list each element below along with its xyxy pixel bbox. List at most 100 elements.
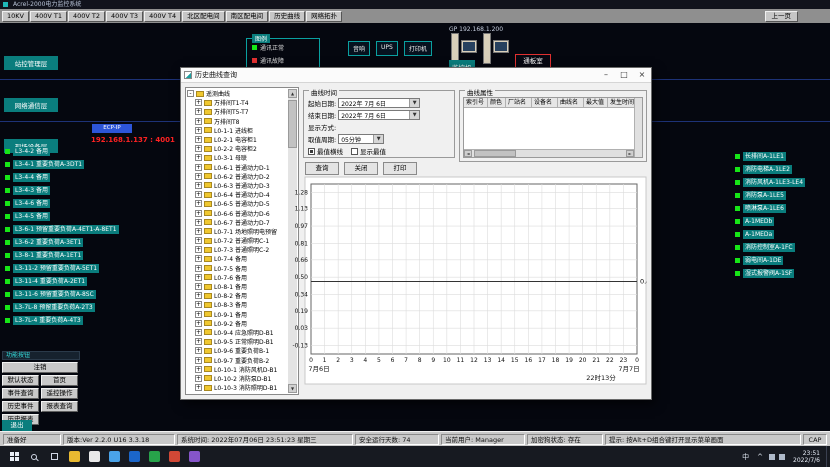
scroll-left-icon[interactable]	[464, 150, 472, 157]
period-select[interactable]: 05分钟	[338, 134, 384, 144]
feeder-item[interactable]: L3-7L-8 预留重要负荷A-2T3	[5, 301, 179, 314]
column-header[interactable]: 索引号	[464, 98, 488, 108]
feeder-item[interactable]: A-1MEDb	[735, 215, 829, 228]
column-header[interactable]: 厂站名	[506, 98, 532, 108]
chevron-down-icon[interactable]	[409, 111, 419, 119]
exit-button[interactable]: 退出	[2, 420, 32, 431]
tree-item[interactable]: +L0-7-2 普通照明C-1	[187, 236, 288, 245]
expand-icon[interactable]: +	[195, 384, 202, 391]
tree-item[interactable]: +L0-8-1 备用	[187, 282, 288, 291]
expand-icon[interactable]: +	[195, 182, 202, 189]
expand-icon[interactable]: +	[195, 246, 202, 253]
scroll-right-icon[interactable]	[626, 150, 634, 157]
nav-tab[interactable]: 北区配电间	[182, 11, 225, 22]
nav-tab[interactable]: 10KV	[2, 11, 29, 22]
feeder-item[interactable]: 弱电间A-1DE	[735, 254, 829, 267]
taskbar-app[interactable]	[164, 446, 184, 467]
expand-icon[interactable]: +	[195, 375, 202, 382]
attr-table-vscrollbar[interactable]	[634, 98, 642, 157]
column-header[interactable]: 设备名	[532, 98, 558, 108]
expand-icon[interactable]: +	[195, 255, 202, 262]
feeder-item[interactable]: A-1MEDa	[735, 228, 829, 241]
expand-icon[interactable]: +	[195, 118, 202, 125]
function-button[interactable]: 遥控操作	[41, 388, 78, 399]
expand-icon[interactable]: +	[195, 191, 202, 198]
maximize-button[interactable]: □	[615, 68, 633, 83]
expand-icon[interactable]: +	[195, 283, 202, 290]
expand-icon[interactable]: +	[195, 228, 202, 235]
network-icon[interactable]	[769, 454, 775, 460]
tree-item[interactable]: +L0-10-3 消防照明D-B1	[187, 383, 288, 392]
tree-item[interactable]: +L0-9-6 重要负荷B-1	[187, 346, 288, 355]
column-header[interactable]: 颜色	[488, 98, 506, 108]
feeder-item[interactable]: 长排间A-1LE1	[735, 150, 829, 163]
tree-item[interactable]: +L0-9-5 正常照明D-B1	[187, 337, 288, 346]
feeder-item[interactable]: L3-4-2 备用	[5, 145, 179, 158]
expand-icon[interactable]: +	[195, 164, 202, 171]
expand-icon[interactable]: +	[195, 329, 202, 336]
tree-item[interactable]: +L0-9-7 重要负荷B-2	[187, 355, 288, 364]
taskbar-app[interactable]	[104, 446, 124, 467]
expand-icon[interactable]: +	[195, 311, 202, 318]
tree-item[interactable]: +L0-7-3 普通照明C-2	[187, 245, 288, 254]
tree-item[interactable]: +L0-7-1 场地照明电预留	[187, 227, 288, 236]
feeder-item[interactable]: 喷淋泵A-1LE6	[735, 202, 829, 215]
tree-item[interactable]: +万排间T1-T4	[187, 98, 288, 107]
tree-item[interactable]: +L0-10-4 消防动力D-B1	[187, 392, 288, 393]
attr-table-hscrollbar[interactable]	[464, 149, 634, 157]
nav-tab[interactable]: 400V T2	[68, 11, 105, 22]
tree-item[interactable]: +L0-8-3 备用	[187, 300, 288, 309]
tree-item[interactable]: +L0-6-3 普通动力D-3	[187, 181, 288, 190]
feeder-item[interactable]: L3-4-1 重要负荷A-3DT1	[5, 158, 179, 171]
expand-icon[interactable]: +	[195, 173, 202, 180]
expand-icon[interactable]: +	[195, 338, 202, 345]
expand-icon[interactable]: +	[195, 274, 202, 281]
tree-item[interactable]: +L0-6-6 普通动力D-6	[187, 208, 288, 217]
tree-item[interactable]: +L0-6-4 普通动力D-4	[187, 190, 288, 199]
nav-tab[interactable]: 网络拓扑	[306, 11, 342, 22]
feeder-item[interactable]: L3-6-2 重要负荷A-3ET1	[5, 236, 179, 249]
taskbar-app[interactable]	[84, 446, 104, 467]
tree-item[interactable]: +L0-2-2 电容柜2	[187, 144, 288, 153]
query-button[interactable]: 查询	[305, 162, 339, 175]
close-icon[interactable]: ×	[633, 68, 651, 83]
expand-icon[interactable]: +	[195, 210, 202, 217]
expand-icon[interactable]: +	[195, 145, 202, 152]
nav-tab[interactable]: 400V T1	[30, 11, 67, 22]
tree-item[interactable]: +L0-2-1 电容柜1	[187, 135, 288, 144]
function-button[interactable]: 注销	[2, 362, 78, 373]
tray-expand-icon[interactable]: ^	[753, 453, 767, 461]
column-header[interactable]: 最大值	[584, 98, 608, 108]
taskbar-app-folder[interactable]	[64, 446, 84, 467]
feeder-item[interactable]: L3-6-1 预留重要负荷A-4ET1-A-8ET1	[5, 223, 179, 236]
previous-page-button[interactable]: 上一页	[765, 11, 799, 22]
nav-tab[interactable]: 400V T4	[144, 11, 181, 22]
tree-item[interactable]: +L0-8-2 备用	[187, 291, 288, 300]
feeder-item[interactable]: 湿式报警阀A-1SF	[735, 267, 829, 280]
tree-item[interactable]: +L0-3-1 母联	[187, 153, 288, 162]
expand-icon[interactable]: +	[195, 301, 202, 308]
taskbar-clock[interactable]: 23:51 2022/7/6	[787, 450, 826, 464]
tree-item[interactable]: +L0-9-1 备用	[187, 310, 288, 319]
tree-item[interactable]: +L0-6-5 普通动力D-5	[187, 199, 288, 208]
dialog-titlebar[interactable]: 历史曲线查询 – □ ×	[181, 68, 651, 83]
function-button[interactable]: 事件查询	[2, 388, 39, 399]
show-max-checkbox[interactable]	[351, 148, 358, 155]
start-date-select[interactable]: 2022年 7月 6日	[338, 98, 420, 108]
tree-item[interactable]: +L0-10-2 消防泵D-B1	[187, 374, 288, 383]
tree-item[interactable]: +L0-6-2 普通动力D-2	[187, 172, 288, 181]
function-button[interactable]: 首页	[41, 375, 78, 386]
expand-icon[interactable]: +	[195, 237, 202, 244]
search-icon[interactable]	[24, 446, 44, 467]
chevron-down-icon[interactable]	[409, 99, 419, 107]
tree-item[interactable]: +L0-7-4 备用	[187, 254, 288, 263]
expand-icon[interactable]: +	[195, 292, 202, 299]
expand-icon[interactable]: +	[195, 136, 202, 143]
end-date-select[interactable]: 2022年 7月 6日	[338, 110, 420, 120]
function-button[interactable]: 报表查询	[41, 401, 78, 412]
expand-icon[interactable]: +	[195, 200, 202, 207]
feeder-item[interactable]: L3-4-4 备用	[5, 171, 179, 184]
feeder-item[interactable]: L3-4-5 备用	[5, 210, 179, 223]
feeder-item[interactable]: L3-4-6 备用	[5, 197, 179, 210]
expand-icon[interactable]: +	[195, 219, 202, 226]
